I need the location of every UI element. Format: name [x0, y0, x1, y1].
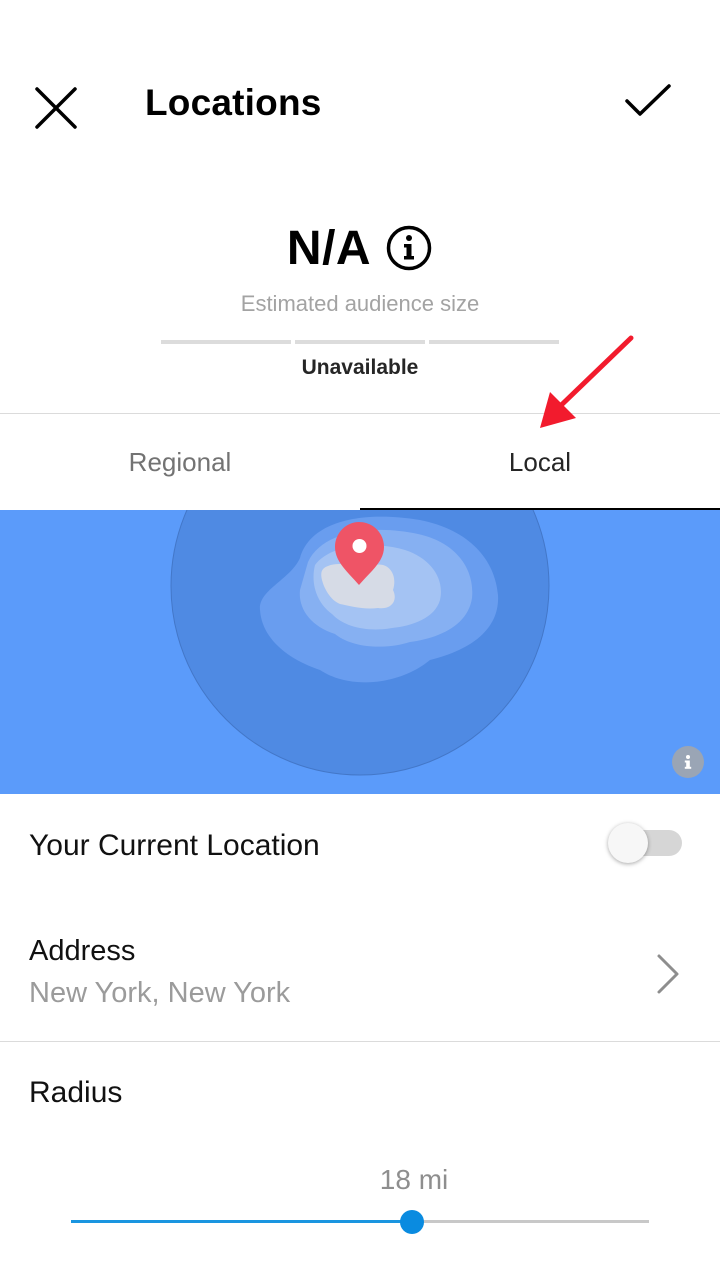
close-button[interactable]: [26, 78, 86, 138]
radius-value: 18 mi: [379, 1164, 449, 1195]
chevron-right-icon: [657, 954, 679, 994]
address-label: Address: [29, 935, 136, 967]
page-title: Locations: [145, 82, 322, 123]
meter-segment: [429, 340, 559, 344]
top-bar: Locations: [0, 0, 720, 210]
location-map[interactable]: [0, 510, 720, 794]
map-info-button[interactable]: [672, 746, 704, 778]
meter-segment: [295, 340, 425, 344]
confirm-button[interactable]: [618, 72, 678, 132]
meter-segment: [161, 340, 291, 344]
current-location-toggle[interactable]: [608, 823, 682, 863]
radius-slider[interactable]: [71, 1208, 649, 1236]
info-icon: [684, 755, 692, 769]
current-location-row: Your Current Location: [0, 794, 720, 904]
audience-size-value: N/A: [286, 221, 372, 275]
checkmark-icon: [625, 84, 671, 116]
toggle-knob: [608, 823, 648, 863]
availability-status: Unavailable: [301, 356, 419, 379]
slider-thumb[interactable]: [400, 1210, 425, 1234]
audience-meter: [161, 340, 559, 344]
location-tabs: Regional Local: [0, 413, 720, 510]
address-row[interactable]: Address New York, New York: [0, 920, 720, 1042]
map-graphic: [170, 510, 550, 776]
audience-size-label: Estimated audience size: [240, 291, 480, 316]
close-icon: [35, 87, 77, 129]
info-icon: [386, 225, 432, 271]
address-value: New York, New York: [29, 977, 291, 1009]
slider-fill: [71, 1220, 413, 1223]
audience-estimate: N/A Estimated audience size: [0, 215, 720, 317]
current-location-label: Your Current Location: [29, 829, 320, 862]
audience-info-button[interactable]: [385, 224, 433, 272]
tab-local[interactable]: Local: [360, 414, 720, 510]
radius-label: Radius: [29, 1076, 123, 1109]
tab-regional[interactable]: Regional: [0, 414, 360, 510]
